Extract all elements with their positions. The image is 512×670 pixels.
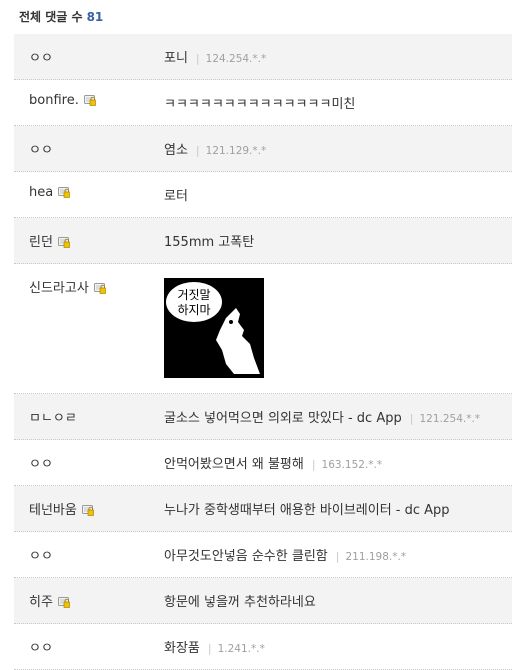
ip-address: 121.129.*.* [205,145,267,157]
comment-count-number: 81 [86,10,104,24]
author-nickname[interactable]: ㅇㅇ [29,457,53,472]
comment-text: 안먹어봤으면서 왜 불평해 [164,457,304,472]
comment-row: 신드라고사 거짓말 하지마 [14,264,512,394]
author-nickname[interactable]: 테넌바움 [29,503,77,518]
comment-content: 염소 | 121.129.*.* [164,139,266,158]
comment-content: 로터 [164,185,188,204]
member-lock-icon [57,597,70,608]
comment-author[interactable]: ㅇㅇ [29,139,53,158]
divider: | [195,144,200,157]
speech-bubble-line-2: 하지마 [177,303,210,317]
comment-author[interactable]: ㅇㅇ [29,545,53,564]
comment-content: 누나가 중학생때부터 애용한 바이브레이터 - dc App [164,499,450,518]
divider: | [409,412,414,425]
comment-text: ㅋㅋㅋㅋㅋㅋㅋㅋㅋㅋㅋㅋㅋㅋ미친 [164,97,356,112]
author-nickname[interactable]: ㅇㅇ [29,549,53,564]
comment-text: 로터 [164,189,188,204]
comment-author[interactable]: ㅁㄴㅇㄹ [29,407,77,426]
comment-author[interactable]: ㅇㅇ [29,637,53,656]
comment-content: 화장품 | 1.241.*.* [164,637,265,656]
author-nickname[interactable]: ㅇㅇ [29,51,53,66]
comment-count-title: 전체 댓글 수 81 [19,8,103,25]
comment-row: ㅇㅇ 염소 | 121.129.*.* [14,126,512,172]
comment-row: hea 로터 [14,172,512,218]
divider: | [207,642,212,655]
author-nickname[interactable]: ㅇㅇ [29,143,53,158]
ip-address: 211.198.*.* [345,551,407,563]
member-lock-icon [81,505,94,516]
comment-text: 화장품 [164,641,200,656]
author-nickname[interactable]: bonfire. [29,93,79,108]
comment-image[interactable]: 거짓말 하지마 [164,278,264,378]
divider: | [335,550,340,563]
comment-text: 아무것도안넣음 순수한 클린함 [164,549,328,564]
comment-row: ㅇㅇ 포니 | 124.254.*.* [14,34,512,80]
ip-address: 163.152.*.* [321,459,383,471]
comment-text: 염소 [164,143,188,158]
comment-text: 포니 [164,51,188,66]
member-lock-icon [83,95,96,106]
member-lock-icon [58,187,71,198]
comment-author[interactable]: 신드라고사 [29,277,106,296]
author-nickname[interactable]: 신드라고사 [29,281,89,296]
comment-content: 155mm 고폭탄 [164,231,254,250]
comment-content: 항문에 넣을꺼 추천하라네요 [164,591,316,610]
comment-text: 누나가 중학생때부터 애용한 바이브레이터 - dc App [164,503,450,518]
comment-row: bonfire. ㅋㅋㅋㅋㅋㅋㅋㅋㅋㅋㅋㅋㅋㅋ미친 [14,80,512,126]
comment-author[interactable]: ㅇㅇ [29,47,53,66]
comment-content: 안먹어봤으면서 왜 불평해 | 163.152.*.* [164,453,382,472]
comment-row: ㅇㅇ 아무것도안넣음 순수한 클린함 | 211.198.*.* [14,532,512,578]
comment-author[interactable]: hea [29,185,71,200]
member-lock-icon [57,237,70,248]
comment-header: 전체 댓글 수 81 [0,0,512,34]
comment-row: 히주 항문에 넣을꺼 추천하라네요 [14,578,512,624]
speech-bubble-line-1: 거짓말 [177,288,210,302]
author-nickname[interactable]: ㅇㅇ [29,641,53,656]
comment-author[interactable]: 히주 [29,591,70,610]
author-nickname[interactable]: 린던 [29,235,53,250]
comment-content: 굴소스 넣어먹으면 의외로 맛있다 - dc App | 121.254.*.* [164,407,480,426]
divider: | [195,52,200,65]
comment-author[interactable]: 테넌바움 [29,499,94,518]
author-nickname[interactable]: ㅁㄴㅇㄹ [29,411,77,426]
comment-row: 테넌바움 누나가 중학생때부터 애용한 바이브레이터 - dc App [14,486,512,532]
comment-author[interactable]: bonfire. [29,93,96,108]
comment-text: 155mm 고폭탄 [164,235,255,250]
divider: | [311,458,316,471]
comment-content: 포니 | 124.254.*.* [164,47,266,66]
author-nickname[interactable]: 히주 [29,595,53,610]
ip-address: 121.254.*.* [419,413,481,425]
comment-list: ㅇㅇ 포니 | 124.254.*.* bonfire. ㅋㅋㅋㅋㅋㅋㅋㅋㅋㅋㅋㅋㅋㅋ미친… [14,34,512,670]
comment-row: 린던 155mm 고폭탄 [14,218,512,264]
comment-author[interactable]: 린던 [29,231,70,250]
comment-text: 굴소스 넣어먹으면 의외로 맛있다 - dc App [164,411,402,426]
comment-row: ㅁㄴㅇㄹ 굴소스 넣어먹으면 의외로 맛있다 - dc App | 121.254.*… [14,394,512,440]
author-nickname[interactable]: hea [29,185,53,200]
comment-row: ㅇㅇ 화장품 | 1.241.*.* [14,624,512,670]
comment-content: ㅋㅋㅋㅋㅋㅋㅋㅋㅋㅋㅋㅋㅋㅋ미친 [164,93,355,112]
ip-address: 1.241.*.* [217,643,265,655]
comment-author[interactable]: ㅇㅇ [29,453,53,472]
comment-count-label: 전체 댓글 수 [19,10,83,24]
ip-address: 124.254.*.* [205,53,267,65]
member-lock-icon [93,283,106,294]
comment-text: 항문에 넣을꺼 추천하라네요 [164,595,316,610]
comment-content: 아무것도안넣음 순수한 클린함 | 211.198.*.* [164,545,406,564]
comment-row: ㅇㅇ 안먹어봤으면서 왜 불평해 | 163.152.*.* [14,440,512,486]
